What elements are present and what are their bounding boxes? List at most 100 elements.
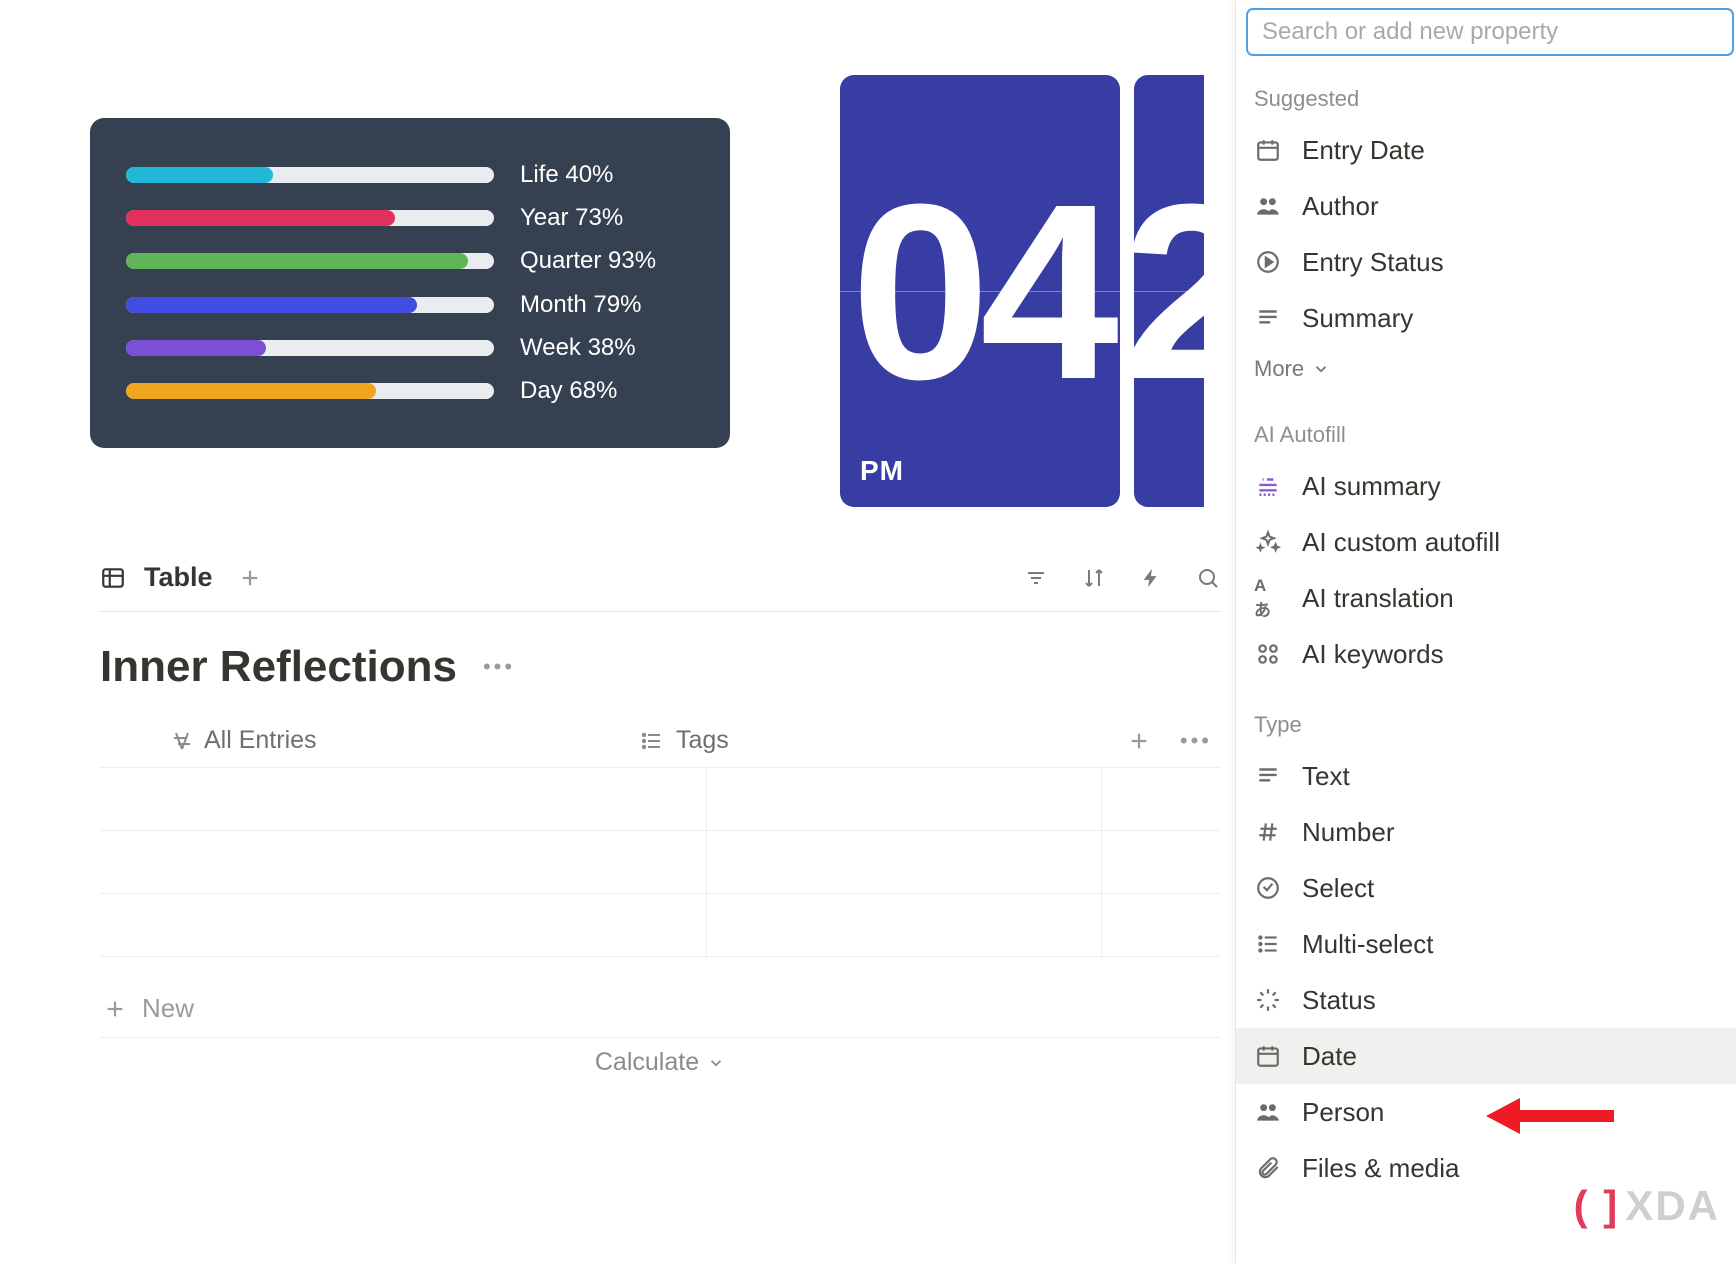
table-header: All Entries Tags ••• [100,714,1220,768]
group-label-ai: AI Autofill [1236,392,1736,458]
prop-label: AI custom autofill [1302,527,1500,558]
chevron-down-icon [707,1054,725,1072]
view-actions [1024,566,1220,590]
prop-ai-summary[interactable]: AI summary [1236,458,1736,514]
table-icon [100,565,126,591]
view-tabs: Table [100,562,1220,612]
more-label: More [1254,356,1304,382]
new-row-button[interactable]: New [100,980,1220,1038]
plus-icon [104,998,126,1020]
prop-label: Number [1302,817,1394,848]
add-view-button[interactable] [239,567,261,589]
prop-ai-custom[interactable]: AI custom autofill [1236,514,1736,570]
progress-track [126,167,494,183]
new-row-label: New [142,993,194,1024]
watermark-text: XDA [1625,1182,1720,1230]
prop-type-select[interactable]: Select [1236,860,1736,916]
table-row[interactable] [100,768,1220,831]
watermark-bracket-icon: ( ] [1574,1182,1620,1230]
prop-type-status[interactable]: Status [1236,972,1736,1028]
prop-summary[interactable]: Summary [1236,290,1736,346]
prop-ai-translation[interactable]: Aあ AI translation [1236,570,1736,626]
prop-label: Select [1302,873,1374,904]
column-entries[interactable]: All Entries [100,726,640,755]
progress-row-week: Week 38% [126,340,694,356]
column-label: Tags [676,726,729,755]
section-more-icon[interactable]: ••• [483,654,515,680]
progress-fill [126,167,273,183]
add-column-button[interactable] [1128,730,1150,752]
prop-type-text[interactable]: Text [1236,748,1736,804]
calendar-icon [1254,1042,1282,1070]
progress-label: Life 40% [520,161,613,189]
column-tags[interactable]: Tags [640,726,1035,755]
status-spinner-icon [1254,986,1282,1014]
section-title: Inner Reflections [100,642,457,692]
table-row[interactable] [100,831,1220,894]
clock-hour-tile: 04 PM [840,75,1120,507]
progress-row-day: Day 68% [126,383,694,399]
calculate-button[interactable]: Calculate [100,1048,1220,1077]
clock-minute-tile: 2 [1134,75,1204,507]
group-label-type: Type [1236,682,1736,748]
prop-type-person[interactable]: Person [1236,1084,1736,1140]
prop-label: Status [1302,985,1376,1016]
multiselect-icon [1254,930,1282,958]
sparkle-icon [1254,528,1282,556]
column-label: All Entries [204,726,317,755]
hash-icon [1254,818,1282,846]
prop-label: Date [1302,1041,1357,1072]
search-icon[interactable] [1196,566,1220,590]
prop-type-number[interactable]: Number [1236,804,1736,860]
prop-label: Files & media [1302,1153,1460,1184]
clock-widget: 04 PM 2 [840,75,1220,507]
prop-entry-date[interactable]: Entry Date [1236,122,1736,178]
lines-icon [1254,304,1282,332]
clock-suffix: PM [860,455,904,487]
people-icon [1254,1098,1282,1126]
property-panel: Suggested Entry Date Author Entry Status… [1236,0,1736,1264]
prop-type-multiselect[interactable]: Multi-select [1236,916,1736,972]
clock-minute-peek: 2 [1134,148,1204,435]
prop-label: Person [1302,1097,1384,1128]
text-icon [170,729,194,753]
calculate-label: Calculate [595,1048,699,1077]
progress-row-month: Month 79% [126,297,694,313]
prop-label: Entry Status [1302,247,1444,278]
keywords-icon [1254,640,1282,668]
chevron-down-icon [1312,360,1330,378]
table-body [100,768,1220,957]
prop-entry-status[interactable]: Entry Status [1236,234,1736,290]
prop-label: AI keywords [1302,639,1444,670]
suggested-more[interactable]: More [1236,346,1736,392]
prop-label: Text [1302,761,1350,792]
watermark: ( ] XDA [1574,1182,1720,1230]
prop-type-date[interactable]: Date [1236,1028,1736,1084]
filter-icon[interactable] [1024,566,1048,590]
prop-label: AI summary [1302,471,1441,502]
people-icon [1254,192,1282,220]
sort-icon[interactable] [1082,566,1106,590]
progress-row-quarter: Quarter 93% [126,253,694,269]
prop-ai-keywords[interactable]: AI keywords [1236,626,1736,682]
calendar-icon [1254,136,1282,164]
prop-label: Author [1302,191,1379,222]
property-search-input[interactable] [1246,8,1734,56]
progress-card: Life 40% Year 73% Quarter 93% Month 79% … [90,118,730,448]
prop-label: AI translation [1302,583,1454,614]
view-tab-table[interactable]: Table [144,562,213,593]
automation-icon[interactable] [1140,566,1162,590]
main-canvas: Life 40% Year 73% Quarter 93% Month 79% … [0,0,1225,1264]
progress-row-year: Year 73% [126,210,694,226]
group-label-suggested: Suggested [1236,56,1736,122]
prop-label: Entry Date [1302,135,1425,166]
prop-author[interactable]: Author [1236,178,1736,234]
clock-hour: 04 [851,148,1109,435]
progress-row-life: Life 40% [126,167,694,183]
table-row[interactable] [100,894,1220,957]
select-icon [1254,874,1282,902]
translate-icon: Aあ [1254,584,1282,612]
section-header: Inner Reflections ••• [100,642,515,692]
column-more-icon[interactable]: ••• [1180,728,1212,754]
ai-summary-icon [1254,472,1282,500]
